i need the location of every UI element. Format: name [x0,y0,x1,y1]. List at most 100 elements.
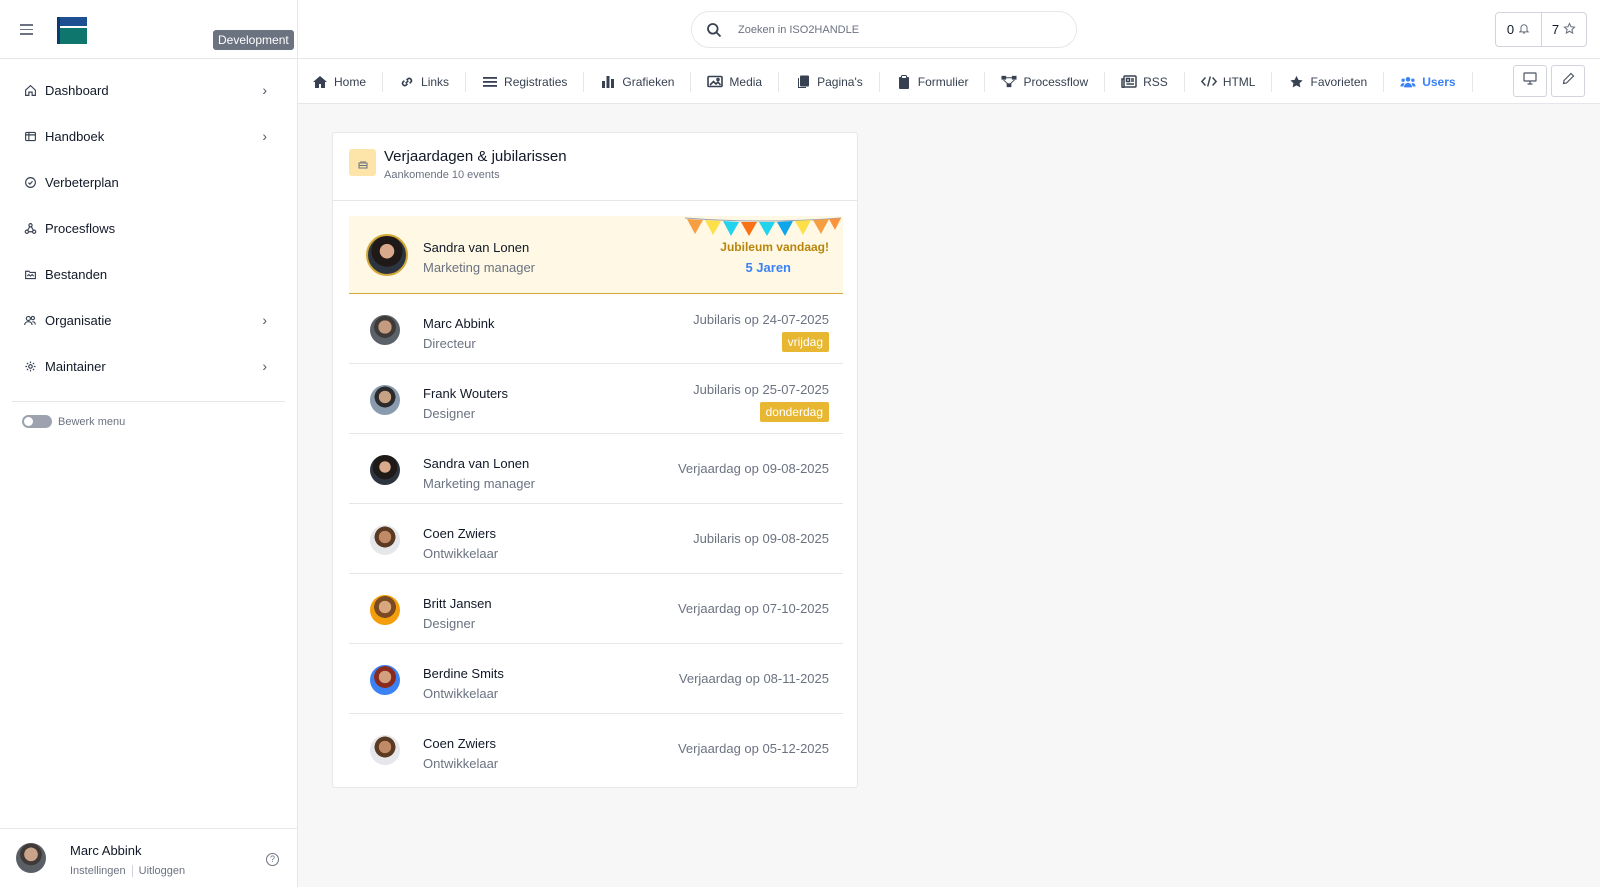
tab-label: Registraties [504,74,568,89]
tab-registraties[interactable]: Registraties [466,71,585,92]
avatar [370,735,400,765]
book-icon [23,129,37,143]
tab-label: HTML [1222,74,1256,89]
pencil-icon [1562,72,1575,90]
event-date: Verjaardag op 05-12-2025 [677,741,829,756]
weekday-badge: vrijdag [781,332,829,352]
sitemap-icon [1001,75,1017,89]
tab-label: Grafieken [622,74,675,89]
person-role: Designer [423,616,476,631]
jubilee-title: Jubileum vandaag! [720,240,829,254]
favorites-count: 7 [1551,22,1560,37]
person-name: Marc Abbink [423,316,495,331]
sidebar-nav: Dashboard › Handboek › Verbeterplan Proc… [0,59,297,389]
tab-processflow[interactable]: Processflow [985,71,1106,92]
edit-menu-toggle-row: Bewerk menu [0,402,297,428]
list-item[interactable]: Coen Zwiers Ontwikkelaar Verjaardag op 0… [349,714,843,784]
sidebar-item-dashboard[interactable]: Dashboard › [0,67,297,113]
list-item[interactable]: Berdine Smits Ontwikkelaar Verjaardag op… [349,644,843,714]
edit-menu-toggle[interactable] [22,415,52,428]
event-date: Jubilaris op 25-07-2025 [693,382,829,397]
person-role: Ontwikkelaar [423,546,499,561]
avatar [370,315,400,345]
sidebar-item-label: Bestanden [45,266,108,282]
tab-formulier[interactable]: Formulier [880,71,986,92]
pages-icon [795,75,811,89]
bunting-decoration [684,217,842,236]
logout-link[interactable]: Uitloggen [139,865,185,877]
tab-paginas[interactable]: Pagina's [779,71,880,92]
topbar: 0 7 [298,0,1600,59]
search-icon[interactable] [706,22,722,38]
tab-rss[interactable]: RSS [1105,71,1185,92]
sidebar-item-verbeterplan[interactable]: Verbeterplan [0,159,297,205]
presentation-icon [1523,72,1537,90]
menu-icon[interactable] [20,24,33,35]
chevron-right-icon: › [262,82,267,98]
folder-icon [23,267,37,281]
tab-grafieken[interactable]: Grafieken [584,71,692,92]
tab-users[interactable]: Users [1384,71,1473,92]
card-subtitle: Aankomende 10 events [384,169,500,181]
list-item[interactable]: Britt Jansen Designer Verjaardag op 07-1… [349,574,843,644]
list-item[interactable]: Frank Wouters Designer Jubilaris op 25-0… [349,364,843,434]
edit-button[interactable] [1551,65,1585,97]
sidebar-item-procesflows[interactable]: Procesflows [0,205,297,251]
sidebar-item-label: Organisatie [45,312,112,328]
tab-home[interactable]: Home [312,71,384,92]
help-icon[interactable]: ? [266,853,279,866]
event-date: Jubilaris op 09-08-2025 [693,531,829,546]
bar-chart-icon [600,75,616,89]
newspaper-icon [1121,75,1137,89]
tab-label: Home [334,74,367,89]
tab-media[interactable]: Media [691,71,780,92]
person-role: Designer [423,406,476,421]
toolbar-actions [1513,65,1585,97]
list-item-jubilee-today[interactable]: Sandra van Lonen Marketing manager Jubil… [349,216,843,294]
avatar[interactable] [16,843,46,873]
user-name: Marc Abbink [70,843,142,858]
app-logo[interactable] [57,17,87,44]
header-counters: 0 7 [1495,12,1587,47]
tab-label: Links [421,74,450,89]
person-name: Sandra van Lonen [423,456,530,471]
search-input[interactable] [738,23,1038,36]
favorites-button[interactable]: 7 [1541,13,1586,46]
person-role: Directeur [423,336,476,351]
tabs: Home Links Registraties Grafieken Media … [312,59,1473,104]
sidebar-item-label: Dashboard [45,82,109,98]
jubilee-years: 5 Jaren [745,260,791,275]
list-item[interactable]: Coen Zwiers Ontwikkelaar Jubilaris op 09… [349,504,843,574]
settings-link[interactable]: Instellingen [70,865,126,877]
person-role: Marketing manager [423,476,535,491]
avatar [370,595,400,625]
notifications-button[interactable]: 0 [1496,13,1541,46]
person-name: Britt Jansen [423,596,492,611]
code-icon [1200,75,1217,89]
sidebar-item-maintainer[interactable]: Maintainer › [0,343,297,389]
presentation-button[interactable] [1513,65,1547,97]
sidebar-item-handboek[interactable]: Handboek › [0,113,297,159]
sidebar-item-organisatie[interactable]: Organisatie › [0,297,297,343]
events-list: Sandra van Lonen Marketing manager Jubil… [349,216,843,784]
users-icon [1400,75,1416,89]
tab-html[interactable]: HTML [1185,71,1273,92]
person-role: Ontwikkelaar [423,686,499,701]
list-item[interactable]: Marc Abbink Directeur Jubilaris op 24-07… [349,294,843,364]
list-item[interactable]: Sandra van Lonen Marketing manager Verja… [349,434,843,504]
card-title: Verjaardagen & jubilarissen [384,148,567,165]
sidebar-item-bestanden[interactable]: Bestanden [0,251,297,297]
tab-label: Formulier [917,74,969,89]
user-footer: Marc Abbink Instellingen Uitloggen ? [0,828,297,887]
tab-links[interactable]: Links [383,71,467,92]
avatar [370,665,400,695]
avatar [370,455,400,485]
event-date: Verjaardag op 09-08-2025 [677,461,829,476]
tab-favorieten[interactable]: Favorieten [1272,71,1385,92]
star-icon [1563,21,1576,38]
users-icon [23,313,37,327]
clipboard-icon [896,74,912,89]
search-box [691,11,1077,48]
birthdays-card: Verjaardagen & jubilarissen Aankomende 1… [332,132,858,788]
chevron-right-icon: › [262,358,267,374]
